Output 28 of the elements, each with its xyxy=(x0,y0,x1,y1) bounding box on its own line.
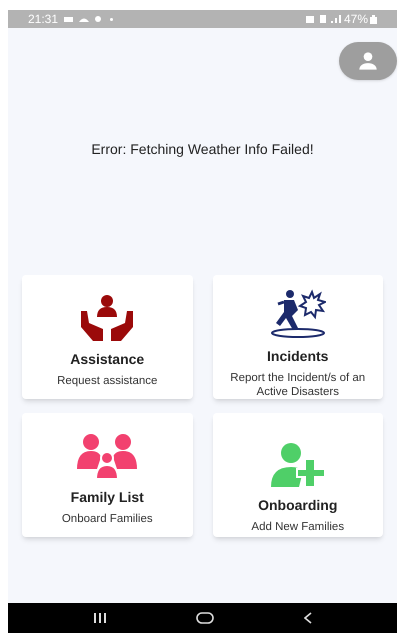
profile-button[interactable] xyxy=(339,42,397,80)
menu-card[interactable]: Onboarding Add New Families xyxy=(212,413,383,537)
error-message: Error: Fetching Weather Info Failed! xyxy=(90,140,315,159)
card-subtitle: Request assistance xyxy=(57,374,158,388)
menu-card[interactable]: Family List Onboard Families xyxy=(22,413,192,537)
add-person-icon xyxy=(268,441,327,487)
card-subtitle: Report the Incident/s of an Active Disasters xyxy=(229,371,366,399)
menu-card[interactable]: Assistance Request assistance xyxy=(22,275,192,399)
notification-dot-icon xyxy=(95,16,102,22)
hands-holding-person-icon xyxy=(79,293,136,341)
video-icon xyxy=(64,16,74,22)
recent-apps-icon[interactable] xyxy=(92,613,107,623)
card-title: Family List xyxy=(70,488,144,507)
card-title: Incidents xyxy=(267,347,328,366)
signal-icon xyxy=(330,15,341,23)
back-icon[interactable] xyxy=(304,612,312,624)
cloud-icon xyxy=(79,16,90,22)
family-icon xyxy=(75,433,140,479)
clock-time: 21:31 xyxy=(28,11,58,28)
home-icon[interactable] xyxy=(196,612,214,624)
battery-level: 47% xyxy=(344,11,368,28)
card-title: Assistance xyxy=(70,350,144,369)
card-subtitle: Onboard Families xyxy=(62,512,153,526)
menu-card[interactable]: Incidents Report the Incident/s of an Active Disasters xyxy=(212,275,383,399)
battery-icon xyxy=(370,14,377,24)
card-title: Onboarding xyxy=(258,496,338,515)
small-dot-icon xyxy=(110,18,114,20)
card-subtitle: Add New Families xyxy=(251,520,344,534)
